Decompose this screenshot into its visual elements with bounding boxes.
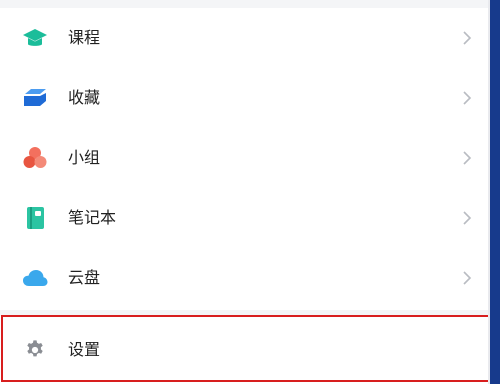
graduation-cap-icon <box>23 29 47 46</box>
chevron-right-icon <box>463 271 472 285</box>
chevron-right-icon <box>463 211 472 225</box>
menu-item-settings[interactable]: 设置 <box>0 316 490 384</box>
menu-item-label: 设置 <box>68 340 101 359</box>
chevron-right-icon <box>463 91 472 105</box>
notebook-icon <box>27 207 44 229</box>
chevron-right-icon <box>463 31 472 45</box>
background-edge <box>490 0 500 384</box>
menu-item-groups[interactable]: 小组 <box>0 128 490 188</box>
menu-item-label: 收藏 <box>68 88 101 107</box>
gear-icon <box>27 340 43 357</box>
menu-item-label: 云盘 <box>68 268 101 287</box>
menu-item-courses[interactable]: 课程 <box>0 8 490 68</box>
menu-item-label: 小组 <box>68 148 101 167</box>
menu-item-cloud-drive[interactable]: 云盘 <box>0 248 490 308</box>
menu-panel: 课程 收藏 小组 笔记本 云盘 <box>0 8 490 310</box>
folder-icon <box>24 89 46 106</box>
menu-item-label: 笔记本 <box>68 208 117 227</box>
menu-item-favorites[interactable]: 收藏 <box>0 68 490 128</box>
group-icon <box>23 147 47 168</box>
chevron-right-icon <box>463 151 472 165</box>
cloud-icon <box>23 270 48 286</box>
menu-item-label: 课程 <box>68 28 101 47</box>
top-strip <box>0 0 490 8</box>
menu-item-notebook[interactable]: 笔记本 <box>0 188 490 248</box>
